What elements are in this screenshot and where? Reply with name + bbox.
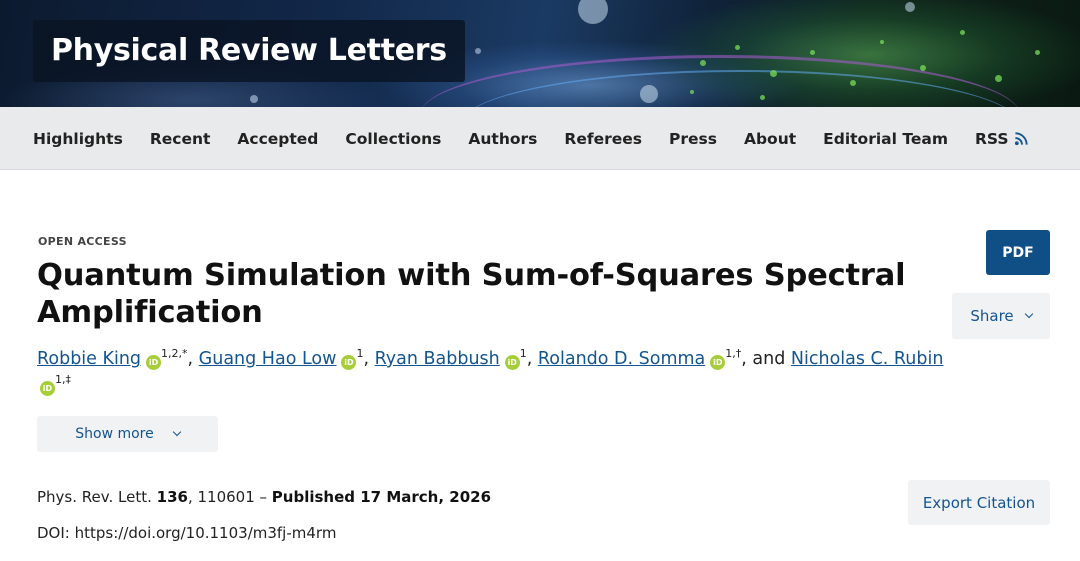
author-link[interactable]: Ryan Babbush — [375, 349, 500, 369]
author-affiliation: 1,‡ — [55, 373, 71, 386]
banner-particle — [850, 80, 856, 86]
export-citation-button[interactable]: Export Citation — [908, 480, 1050, 525]
banner-particle — [690, 90, 694, 94]
banner-particle — [250, 95, 258, 103]
author-separator: , — [187, 349, 199, 369]
doi-line[interactable]: DOI: https://doi.org/10.1103/m3fj-m4rm — [37, 524, 336, 542]
nav-item-rss-wrapper[interactable]: RSS — [975, 130, 1029, 148]
volume-number: 136 — [156, 488, 188, 506]
nav-item-collections[interactable]: Collections — [345, 130, 441, 148]
author-affiliation: 1,2,* — [161, 347, 188, 360]
journal-banner: Physical Review Letters — [0, 0, 1080, 107]
show-more-button[interactable]: Show more — [37, 416, 218, 452]
journal-abbrev: Phys. Rev. Lett. — [37, 488, 152, 506]
main-nav: Highlights Recent Accepted Collections A… — [0, 107, 1080, 170]
author-link[interactable]: Guang Hao Low — [199, 349, 337, 369]
banner-particle — [578, 0, 608, 24]
author-separator: , — [363, 349, 375, 369]
chevron-down-icon — [1024, 309, 1033, 319]
banner-particle — [760, 95, 765, 100]
journal-title[interactable]: Physical Review Letters — [33, 20, 465, 82]
author-link[interactable]: Robbie King — [37, 349, 141, 369]
author-list: Robbie King iD1,2,*, Guang Hao Low iD1, Ry… — [37, 346, 952, 398]
published-date: Published 17 March, 2026 — [271, 488, 492, 506]
banner-particle — [640, 85, 658, 103]
orcid-icon[interactable]: iD — [710, 355, 726, 370]
citation-line: Phys. Rev. Lett. 136, 110601 – Published… — [37, 488, 491, 506]
banner-particle — [700, 60, 706, 66]
nav-item-referees[interactable]: Referees — [564, 130, 642, 148]
orcid-icon[interactable]: iD — [504, 355, 520, 370]
banner-particle — [735, 45, 740, 50]
author-link[interactable]: Nicholas C. Rubin — [791, 349, 944, 369]
orcid-icon[interactable]: iD — [40, 381, 55, 396]
nav-item-rss[interactable]: RSS — [975, 130, 1009, 148]
author-affiliation: 1 — [519, 347, 527, 360]
nav-item-editorial-team[interactable]: Editorial Team — [823, 130, 948, 148]
chevron-down-icon — [172, 427, 181, 437]
banner-particle — [920, 65, 926, 71]
article-title: Quantum Simulation with Sum-of-Squares S… — [37, 258, 906, 330]
banner-particle — [770, 70, 777, 77]
author-link[interactable]: Rolando D. Somma — [538, 349, 705, 369]
pdf-button[interactable]: PDF — [986, 230, 1050, 275]
nav-item-highlights[interactable]: Highlights — [33, 130, 123, 148]
share-label: Share — [970, 307, 1014, 325]
rss-icon — [1014, 132, 1028, 146]
nav-item-about[interactable]: About — [744, 130, 796, 148]
nav-item-authors[interactable]: Authors — [468, 130, 537, 148]
author-separator: , — [526, 349, 538, 369]
banner-particle — [810, 50, 815, 55]
show-more-label: Show more — [75, 426, 154, 442]
banner-particle — [1035, 50, 1040, 55]
nav-item-recent[interactable]: Recent — [150, 130, 211, 148]
article-number: , 110601 – — [187, 488, 272, 506]
banner-particle — [905, 2, 915, 12]
orcid-icon[interactable]: iD — [146, 355, 162, 370]
share-button[interactable]: Share — [952, 293, 1050, 339]
nav-item-press[interactable]: Press — [669, 130, 717, 148]
orcid-icon[interactable]: iD — [341, 355, 357, 370]
banner-particle — [475, 48, 481, 54]
nav-item-accepted[interactable]: Accepted — [237, 130, 318, 148]
banner-particle — [995, 75, 1002, 82]
author-affiliation: 1,† — [725, 347, 742, 360]
open-access-label: OPEN ACCESS — [38, 235, 127, 248]
banner-particle — [960, 30, 965, 35]
author-separator: , and — [741, 349, 791, 369]
banner-particle — [880, 40, 884, 44]
